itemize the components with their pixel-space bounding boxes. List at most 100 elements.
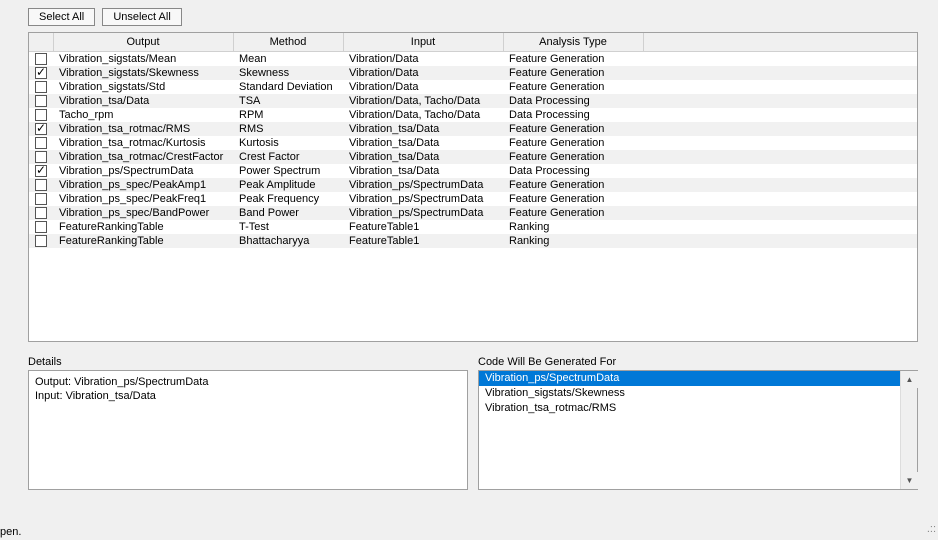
table-row[interactable]: Vibration_tsa_rotmac/RMSRMSVibration_tsa… xyxy=(29,122,917,136)
row-checkbox[interactable] xyxy=(35,95,47,107)
cell-input: Vibration_ps/SpectrumData xyxy=(343,192,503,206)
cell-type: Feature Generation xyxy=(503,178,643,192)
row-checkbox[interactable] xyxy=(35,123,47,135)
table-row[interactable]: Vibration_ps_spec/PeakAmp1Peak Amplitude… xyxy=(29,178,917,192)
table-row[interactable]: FeatureRankingTableT-TestFeatureTable1Ra… xyxy=(29,220,917,234)
cell-output: Tacho_rpm xyxy=(53,108,233,122)
cell-input: Vibration_ps/SpectrumData xyxy=(343,178,503,192)
status-text: pen. xyxy=(0,526,21,538)
row-checkbox[interactable] xyxy=(35,151,47,163)
cell-output: Vibration_sigstats/Mean xyxy=(53,52,233,67)
row-checkbox[interactable] xyxy=(35,179,47,191)
cell-output: FeatureRankingTable xyxy=(53,220,233,234)
cell-fill xyxy=(643,220,917,234)
row-checkbox[interactable] xyxy=(35,165,47,177)
cell-fill xyxy=(643,136,917,150)
details-box: Output: Vibration_ps/SpectrumData Input:… xyxy=(28,370,468,490)
cell-input: Vibration/Data xyxy=(343,80,503,94)
table-row[interactable]: Vibration_tsa/DataTSAVibration/Data, Tac… xyxy=(29,94,917,108)
codegen-listbox-wrap: Vibration_ps/SpectrumDataVibration_sigst… xyxy=(478,370,918,490)
cell-fill xyxy=(643,122,917,136)
list-item[interactable]: Vibration_ps/SpectrumData xyxy=(479,371,900,386)
header-output[interactable]: Output xyxy=(53,33,233,52)
cell-method: Band Power xyxy=(233,206,343,220)
header-check xyxy=(29,33,53,52)
cell-type: Feature Generation xyxy=(503,80,643,94)
row-checkbox[interactable] xyxy=(35,207,47,219)
codegen-listbox[interactable]: Vibration_ps/SpectrumDataVibration_sigst… xyxy=(479,371,900,489)
cell-input: Vibration/Data, Tacho/Data xyxy=(343,108,503,122)
cell-input: Vibration_tsa/Data xyxy=(343,150,503,164)
cell-method: Power Spectrum xyxy=(233,164,343,178)
cell-method: Crest Factor xyxy=(233,150,343,164)
cell-method: RPM xyxy=(233,108,343,122)
cell-fill xyxy=(643,94,917,108)
table-row[interactable]: Vibration_sigstats/StdStandard Deviation… xyxy=(29,80,917,94)
cell-method: Peak Amplitude xyxy=(233,178,343,192)
row-checkbox[interactable] xyxy=(35,221,47,233)
cell-fill xyxy=(643,66,917,80)
cell-type: Data Processing xyxy=(503,108,643,122)
cell-method: Peak Frequency xyxy=(233,192,343,206)
cell-type: Ranking xyxy=(503,234,643,248)
scroll-down-icon[interactable]: ▼ xyxy=(901,472,918,489)
table-row[interactable]: Vibration_ps_spec/BandPowerBand PowerVib… xyxy=(29,206,917,220)
cell-input: Vibration_ps/SpectrumData xyxy=(343,206,503,220)
cell-method: Skewness xyxy=(233,66,343,80)
cell-method: Kurtosis xyxy=(233,136,343,150)
details-output-line: Output: Vibration_ps/SpectrumData xyxy=(35,375,461,389)
cell-fill xyxy=(643,150,917,164)
list-item[interactable]: Vibration_sigstats/Skewness xyxy=(479,386,900,401)
cell-fill xyxy=(643,178,917,192)
table-row[interactable]: Vibration_ps_spec/PeakFreq1Peak Frequenc… xyxy=(29,192,917,206)
cell-fill xyxy=(643,234,917,248)
details-label: Details xyxy=(28,356,468,368)
row-checkbox[interactable] xyxy=(35,109,47,121)
row-checkbox[interactable] xyxy=(35,53,47,65)
cell-method: TSA xyxy=(233,94,343,108)
row-checkbox[interactable] xyxy=(35,235,47,247)
cell-output: Vibration_tsa_rotmac/RMS xyxy=(53,122,233,136)
header-analysis-type[interactable]: Analysis Type xyxy=(503,33,643,52)
feature-table: Output Method Input Analysis Type Vibrat… xyxy=(29,33,917,248)
cell-fill xyxy=(643,80,917,94)
cell-fill xyxy=(643,52,917,67)
cell-type: Feature Generation xyxy=(503,136,643,150)
table-row[interactable]: Vibration_tsa_rotmac/CrestFactorCrest Fa… xyxy=(29,150,917,164)
table-row[interactable]: Vibration_sigstats/SkewnessSkewnessVibra… xyxy=(29,66,917,80)
codegen-label: Code Will Be Generated For xyxy=(478,356,918,368)
list-item[interactable]: Vibration_tsa_rotmac/RMS xyxy=(479,401,900,416)
table-row[interactable]: FeatureRankingTableBhattacharyyaFeatureT… xyxy=(29,234,917,248)
cell-type: Data Processing xyxy=(503,164,643,178)
row-checkbox[interactable] xyxy=(35,137,47,149)
cell-method: Bhattacharyya xyxy=(233,234,343,248)
cell-type: Feature Generation xyxy=(503,66,643,80)
cell-output: Vibration_sigstats/Skewness xyxy=(53,66,233,80)
unselect-all-button[interactable]: Unselect All xyxy=(102,8,181,26)
cell-type: Data Processing xyxy=(503,94,643,108)
cell-fill xyxy=(643,164,917,178)
cell-fill xyxy=(643,108,917,122)
table-row[interactable]: Vibration_ps/SpectrumDataPower SpectrumV… xyxy=(29,164,917,178)
table-row[interactable]: Vibration_tsa_rotmac/KurtosisKurtosisVib… xyxy=(29,136,917,150)
header-method[interactable]: Method xyxy=(233,33,343,52)
select-all-button[interactable]: Select All xyxy=(28,8,95,26)
scroll-up-icon[interactable]: ▲ xyxy=(901,371,918,388)
row-checkbox[interactable] xyxy=(35,67,47,79)
cell-input: Vibration/Data, Tacho/Data xyxy=(343,94,503,108)
row-checkbox[interactable] xyxy=(35,193,47,205)
cell-input: Vibration/Data xyxy=(343,66,503,80)
row-checkbox[interactable] xyxy=(35,81,47,93)
cell-output: Vibration_tsa_rotmac/Kurtosis xyxy=(53,136,233,150)
cell-method: RMS xyxy=(233,122,343,136)
cell-output: Vibration_ps_spec/PeakAmp1 xyxy=(53,178,233,192)
cell-input: Vibration/Data xyxy=(343,52,503,67)
table-row[interactable]: Vibration_sigstats/MeanMeanVibration/Dat… xyxy=(29,52,917,67)
cell-method: Standard Deviation xyxy=(233,80,343,94)
resize-grip-icon[interactable]: .:: xyxy=(924,526,936,538)
cell-type: Feature Generation xyxy=(503,206,643,220)
table-row[interactable]: Tacho_rpmRPMVibration/Data, Tacho/DataDa… xyxy=(29,108,917,122)
cell-type: Feature Generation xyxy=(503,122,643,136)
header-input[interactable]: Input xyxy=(343,33,503,52)
scrollbar[interactable]: ▲ ▼ xyxy=(900,371,917,489)
